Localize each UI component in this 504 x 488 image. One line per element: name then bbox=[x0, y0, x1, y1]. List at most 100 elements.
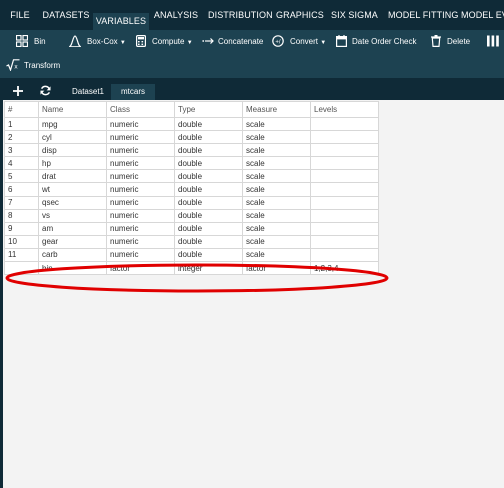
transform-button[interactable]: x Transform bbox=[6, 56, 66, 76]
cell-measure[interactable]: scale bbox=[242, 143, 311, 158]
cell-type[interactable]: double bbox=[174, 221, 243, 236]
bin-button[interactable]: Bin bbox=[16, 32, 50, 52]
cell-index[interactable]: 5 bbox=[4, 169, 39, 184]
cell-name[interactable]: vs bbox=[38, 208, 107, 223]
cell-measure[interactable]: scale bbox=[242, 221, 311, 236]
tab-mtcars[interactable]: mtcars bbox=[111, 84, 155, 100]
cell-class[interactable]: numeric bbox=[106, 195, 175, 210]
tab-dataset1[interactable]: Dataset1 bbox=[66, 84, 110, 100]
table-row[interactable]: 8 vs numeric double scale bbox=[4, 208, 379, 223]
column-header-name[interactable]: Name bbox=[38, 101, 107, 118]
date-order-check-button[interactable]: Date Order Check bbox=[336, 32, 416, 52]
cell-type[interactable]: double bbox=[174, 116, 243, 132]
delete-button[interactable]: Delete bbox=[431, 32, 471, 52]
cell-levels[interactable] bbox=[310, 156, 379, 171]
cell-class[interactable]: factor bbox=[106, 261, 175, 276]
cell-levels[interactable] bbox=[310, 182, 379, 197]
cell-levels[interactable] bbox=[310, 208, 379, 223]
menu-six-sigma[interactable]: SIX SIGMA bbox=[331, 8, 378, 30]
cell-name[interactable]: carb bbox=[38, 247, 107, 263]
table-row[interactable]: 2 cyl numeric double scale bbox=[4, 130, 379, 145]
cell-name[interactable]: gear bbox=[38, 234, 107, 249]
cell-levels[interactable]: 1,2,3,4 bbox=[310, 261, 379, 276]
column-header-levels[interactable]: Levels bbox=[310, 101, 379, 118]
cell-index[interactable]: 6 bbox=[4, 182, 39, 197]
cell-type[interactable]: double bbox=[174, 143, 243, 158]
cell-measure[interactable]: scale bbox=[242, 208, 311, 223]
cell-class[interactable]: numeric bbox=[106, 169, 175, 184]
cell-levels[interactable] bbox=[310, 116, 379, 132]
table-row[interactable]: 10 gear numeric double scale bbox=[4, 234, 379, 249]
menu-variables[interactable]: VARIABLES bbox=[93, 13, 149, 30]
cell-index[interactable]: 1 bbox=[4, 116, 39, 132]
cell-index[interactable]: 7 bbox=[4, 195, 39, 210]
columns-button[interactable] bbox=[487, 32, 501, 52]
table-row[interactable]: 5 drat numeric double scale bbox=[4, 169, 379, 184]
cell-measure[interactable]: scale bbox=[242, 116, 311, 132]
cell-class[interactable]: numeric bbox=[106, 182, 175, 197]
concatenate-button[interactable]: Concatenate bbox=[202, 32, 264, 52]
cell-type[interactable]: double bbox=[174, 195, 243, 210]
table-row[interactable]: bin factor integer factor 1,2,3,4 bbox=[4, 261, 379, 276]
cell-levels[interactable] bbox=[310, 234, 379, 249]
column-header-index[interactable]: # bbox=[4, 101, 39, 118]
cell-measure[interactable]: scale bbox=[242, 156, 311, 171]
cell-type[interactable]: double bbox=[174, 234, 243, 249]
cell-class[interactable]: numeric bbox=[106, 247, 175, 263]
boxcox-button[interactable]: Box-Cox ▼ bbox=[69, 32, 127, 52]
cell-type[interactable]: double bbox=[174, 247, 243, 263]
cell-class[interactable]: numeric bbox=[106, 130, 175, 145]
cell-type[interactable]: double bbox=[174, 169, 243, 184]
cell-name[interactable]: wt bbox=[38, 182, 107, 197]
add-dataset-button[interactable] bbox=[12, 84, 24, 98]
menu-model-fitting[interactable]: MODEL FITTING bbox=[388, 8, 458, 30]
compute-button[interactable]: Compute ▼ bbox=[136, 32, 193, 52]
cell-class[interactable]: numeric bbox=[106, 221, 175, 236]
cell-type[interactable]: double bbox=[174, 130, 243, 145]
cell-type[interactable]: double bbox=[174, 156, 243, 171]
cell-levels[interactable] bbox=[310, 130, 379, 145]
cell-name[interactable]: mpg bbox=[38, 116, 107, 132]
convert-button[interactable]: +/ Convert ▼ bbox=[272, 32, 328, 52]
cell-index[interactable]: 9 bbox=[4, 221, 39, 236]
cell-class[interactable]: numeric bbox=[106, 208, 175, 223]
cell-index[interactable]: 10 bbox=[4, 234, 39, 249]
menu-analysis[interactable]: ANALYSIS bbox=[153, 8, 199, 30]
cell-measure[interactable]: factor bbox=[242, 261, 311, 276]
cell-index[interactable]: 4 bbox=[4, 156, 39, 171]
menu-file[interactable]: FILE bbox=[5, 8, 35, 30]
cell-levels[interactable] bbox=[310, 169, 379, 184]
cell-index[interactable]: 2 bbox=[4, 130, 39, 145]
refresh-button[interactable] bbox=[40, 84, 52, 98]
cell-measure[interactable]: scale bbox=[242, 130, 311, 145]
cell-measure[interactable]: scale bbox=[242, 247, 311, 263]
menu-model-evaluation[interactable]: MODEL EVALU bbox=[461, 8, 504, 30]
cell-class[interactable]: numeric bbox=[106, 116, 175, 132]
cell-name[interactable]: disp bbox=[38, 143, 107, 158]
menu-graphics[interactable]: GRAPHICS bbox=[276, 8, 324, 30]
table-row[interactable]: 6 wt numeric double scale bbox=[4, 182, 379, 197]
cell-name[interactable]: bin bbox=[38, 261, 107, 276]
cell-type[interactable]: integer bbox=[174, 261, 243, 276]
cell-class[interactable]: numeric bbox=[106, 143, 175, 158]
table-row[interactable]: 3 disp numeric double scale bbox=[4, 143, 379, 158]
cell-measure[interactable]: scale bbox=[242, 182, 311, 197]
cell-levels[interactable] bbox=[310, 247, 379, 263]
menu-datasets[interactable]: DATASETS bbox=[38, 8, 94, 30]
cell-measure[interactable]: scale bbox=[242, 169, 311, 184]
cell-type[interactable]: double bbox=[174, 208, 243, 223]
cell-levels[interactable] bbox=[310, 195, 379, 210]
table-row[interactable]: 4 hp numeric double scale bbox=[4, 156, 379, 171]
column-header-type[interactable]: Type bbox=[174, 101, 243, 118]
cell-index[interactable]: 11 bbox=[4, 247, 39, 263]
table-row[interactable]: 7 qsec numeric double scale bbox=[4, 195, 379, 210]
table-row[interactable]: 1 mpg numeric double scale bbox=[4, 116, 379, 132]
cell-levels[interactable] bbox=[310, 221, 379, 236]
cell-name[interactable]: drat bbox=[38, 169, 107, 184]
cell-levels[interactable] bbox=[310, 143, 379, 158]
cell-index[interactable] bbox=[4, 261, 39, 276]
table-row[interactable]: 11 carb numeric double scale bbox=[4, 247, 379, 263]
menu-distribution[interactable]: DISTRIBUTION bbox=[208, 8, 273, 30]
cell-index[interactable]: 3 bbox=[4, 143, 39, 158]
cell-name[interactable]: qsec bbox=[38, 195, 107, 210]
